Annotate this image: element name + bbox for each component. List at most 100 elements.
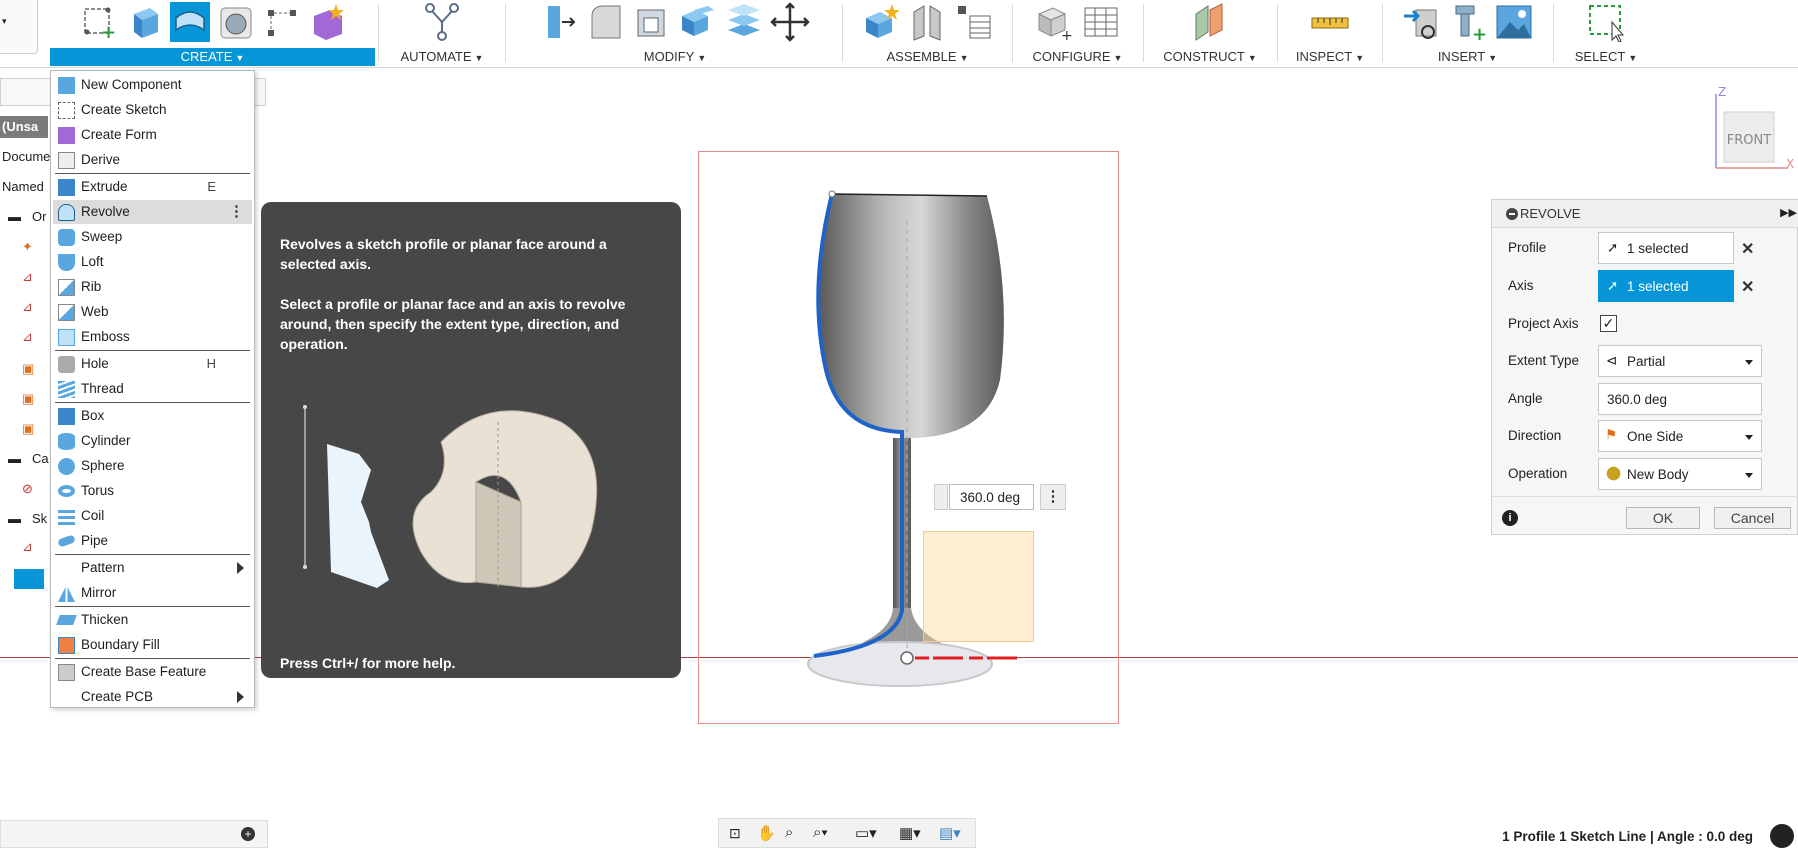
menu-item-sweep[interactable]: Sweep <box>53 225 252 249</box>
move-icon[interactable] <box>770 2 810 42</box>
menu-item-mirror[interactable]: Mirror <box>53 581 252 605</box>
menu-item-boundary-fill[interactable]: Boundary Fill <box>53 633 252 657</box>
new-component-icon[interactable] <box>862 2 902 42</box>
menu-item-web[interactable]: Web <box>53 300 252 324</box>
browser-item-document[interactable]: (Unsa <box>0 116 48 138</box>
configure-box-icon[interactable]: + <box>1035 2 1075 44</box>
insert-derive-icon[interactable] <box>1402 2 1442 42</box>
revolve-icon[interactable] <box>169 2 210 42</box>
menu-item-pattern[interactable]: Pattern <box>53 556 252 580</box>
viewport-angle-input[interactable]: 360.0 deg <box>949 484 1034 510</box>
extrude-icon[interactable] <box>124 2 164 42</box>
browser-item-origin[interactable]: ▬ Or <box>0 206 48 228</box>
axis-selector[interactable]: ➚ 1 selected <box>1598 270 1734 302</box>
toolbar-group-automate[interactable]: AUTOMATE ▼ <box>382 0 502 68</box>
browser-item-body[interactable]: ▣ <box>0 418 48 440</box>
zoom-window-icon[interactable]: ⌕▾ <box>813 824 828 841</box>
insert-canvas-icon[interactable] <box>1494 2 1534 42</box>
extent-type-dropdown[interactable]: ⊲ Partial <box>1598 345 1762 377</box>
menu-item-torus[interactable]: Torus <box>53 479 252 503</box>
browser-item-named-views[interactable]: Named <box>0 176 48 198</box>
shell-icon[interactable] <box>632 2 672 42</box>
toolbar-group-configure[interactable]: + CONFIGURE ▼ <box>1015 0 1140 68</box>
info-icon[interactable]: i <box>1502 510 1518 526</box>
browser-item-body[interactable]: ▣ <box>0 358 48 380</box>
toolbar-group-select[interactable]: SELECT ▼ <box>1556 0 1656 68</box>
display-settings-icon[interactable]: ▭▾ <box>855 824 877 842</box>
clear-profile-icon[interactable]: ✕ <box>1741 239 1754 259</box>
add-comment-icon[interactable]: + <box>241 827 255 841</box>
direction-dropdown[interactable]: ⚑ One Side <box>1598 420 1762 452</box>
menu-item-thicken[interactable]: Thicken <box>53 608 252 632</box>
select-window-icon[interactable] <box>1586 2 1626 43</box>
orbit-icon[interactable]: ⊡ <box>729 825 741 842</box>
joint-icon[interactable] <box>908 2 948 42</box>
menu-item-derive[interactable]: Derive <box>53 148 252 172</box>
toolbar-group-construct[interactable]: CONSTRUCT ▼ <box>1146 0 1274 68</box>
menu-item-loft[interactable]: Loft <box>53 250 252 274</box>
browser-item-sketch[interactable]: ⊿ <box>0 296 48 318</box>
menu-item-thread[interactable]: Thread <box>53 377 252 401</box>
browser-item-sketches[interactable]: ▬ Sk <box>0 508 48 530</box>
menu-item-rib[interactable]: Rib <box>53 275 252 299</box>
menu-item-box[interactable]: Box <box>53 404 252 428</box>
browser-item-document-settings[interactable]: Docume <box>0 146 50 168</box>
toolbar-group-insert[interactable]: + INSERT ▼ <box>1385 0 1550 68</box>
browser-item-canvases[interactable]: ▬ Ca <box>0 448 49 470</box>
measure-icon[interactable] <box>1310 2 1350 42</box>
bill-of-materials-icon[interactable] <box>954 2 994 42</box>
browser-item-sketch[interactable]: ⊿ <box>0 536 48 558</box>
menu-item-create-base-feature[interactable]: Create Base Feature <box>53 660 252 684</box>
insert-mcmaster-icon[interactable]: + <box>1448 2 1488 45</box>
browser-item-body[interactable]: ▣ <box>0 388 48 410</box>
menu-item-create-sketch[interactable]: Create Sketch <box>53 98 252 122</box>
combine-icon[interactable] <box>678 2 718 42</box>
menu-item-emboss[interactable]: Emboss <box>53 325 252 349</box>
ok-button[interactable]: OK <box>1626 507 1700 529</box>
menu-item-create-form[interactable]: Create Form <box>53 123 252 147</box>
revolve-dialog-header[interactable]: REVOLVE ▶▶ <box>1492 200 1798 228</box>
create-form-star-icon[interactable] <box>308 2 348 42</box>
toolbar-group-create[interactable]: + CREATE ▼ <box>50 0 375 68</box>
sketch-points-icon[interactable] <box>262 2 302 42</box>
browser-item-sketch[interactable]: ⊿ <box>0 326 48 348</box>
menu-item-hole[interactable]: Hole H <box>53 352 252 376</box>
fillet-icon[interactable] <box>586 2 626 42</box>
operation-dropdown[interactable]: ⬤ New Body <box>1598 458 1762 490</box>
offset-face-icon[interactable] <box>724 2 764 42</box>
cancel-button[interactable]: Cancel <box>1714 507 1791 529</box>
menu-item-new-component[interactable]: New Component <box>53 73 252 97</box>
viewports-icon[interactable]: ▤▾ <box>939 824 961 842</box>
clear-axis-icon[interactable]: ✕ <box>1741 277 1754 297</box>
automate-icon[interactable] <box>422 2 462 42</box>
menu-item-pipe[interactable]: Pipe <box>53 529 252 553</box>
browser-item-sketch-selected[interactable] <box>0 566 48 589</box>
menu-item-cylinder[interactable]: Cylinder <box>53 429 252 453</box>
menu-item-sphere[interactable]: Sphere <box>53 454 252 478</box>
menu-item-extrude[interactable]: Extrude E <box>53 175 252 199</box>
menu-item-revolve[interactable]: Revolve ⋮ <box>53 200 252 224</box>
toolbar-group-inspect[interactable]: INSPECT ▼ <box>1280 0 1380 68</box>
project-axis-checkbox[interactable]: ✓ <box>1600 315 1617 332</box>
more-options-icon[interactable]: ⋮ <box>229 202 244 220</box>
angle-input[interactable]: 360.0 deg <box>1598 383 1762 415</box>
angle-input-grip[interactable] <box>934 484 948 510</box>
zoom-icon[interactable]: ⌕ <box>785 824 793 841</box>
browser-item-point[interactable]: ✦ <box>0 236 48 258</box>
browser-item-sketch[interactable]: ⊿ <box>0 266 48 288</box>
create-sketch-icon[interactable]: + <box>78 2 118 43</box>
create-form-icon[interactable] <box>216 2 256 42</box>
expand-icon[interactable]: ▶▶ <box>1780 206 1797 219</box>
configure-table-icon[interactable] <box>1081 2 1121 42</box>
grid-icon[interactable]: ▦▾ <box>899 824 921 842</box>
more-options-icon[interactable]: ⋮ <box>1040 484 1066 510</box>
viewcube[interactable]: FRONT Z X <box>1700 82 1796 172</box>
collapse-icon[interactable] <box>1506 208 1518 220</box>
press-pull-icon[interactable] <box>540 2 580 42</box>
toolbar-left-stub[interactable]: ▾ <box>0 0 38 54</box>
construct-plane-icon[interactable] <box>1190 2 1230 42</box>
toolbar-group-assemble[interactable]: ASSEMBLE ▼ <box>845 0 1010 68</box>
profile-selector[interactable]: ➚ 1 selected <box>1598 232 1734 264</box>
toolbar-group-modify[interactable]: MODIFY ▼ <box>510 0 840 68</box>
menu-item-create-pcb[interactable]: Create PCB <box>53 685 252 709</box>
